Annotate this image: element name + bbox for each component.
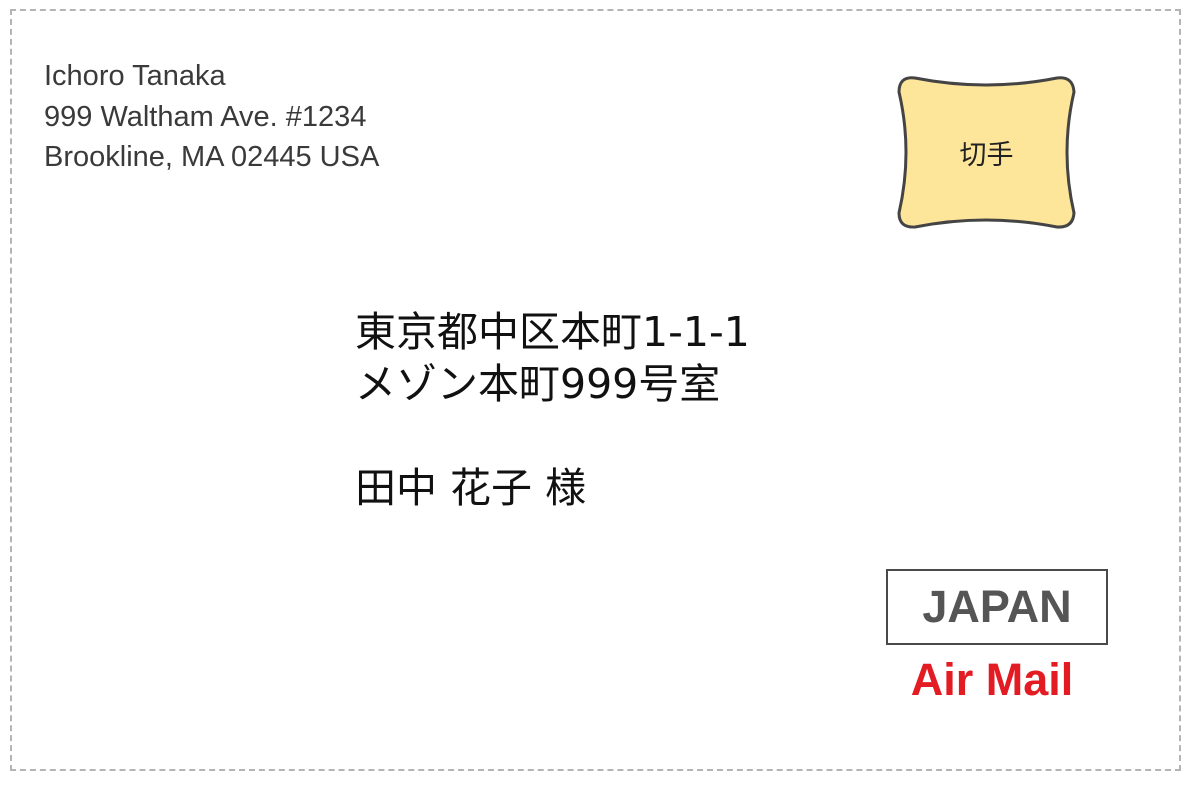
sender-address: Ichoro Tanaka 999 Waltham Ave. #1234 Bro… <box>44 56 379 178</box>
sender-name: Ichoro Tanaka <box>44 60 226 92</box>
airmail-label: Air Mail <box>910 654 1074 705</box>
recipient-address-line-1: 東京都中区本町1-1-1 <box>355 308 750 356</box>
stamp-label: 切手 <box>959 140 1014 171</box>
sender-street: 999 Waltham Ave. #1234 <box>44 100 367 133</box>
sender-city: Brookline, MA 02445 USA <box>44 141 380 173</box>
postage-stamp: 切手 <box>893 70 1080 235</box>
recipient-name: 田中 花子 様 <box>355 464 587 512</box>
recipient-address: 東京都中区本町1-1-1 メゾン本町999号室 田中 花子 様 <box>355 306 750 514</box>
destination-country: JAPAN <box>886 569 1108 645</box>
recipient-address-line-2: メゾン本町999号室 <box>355 360 721 408</box>
